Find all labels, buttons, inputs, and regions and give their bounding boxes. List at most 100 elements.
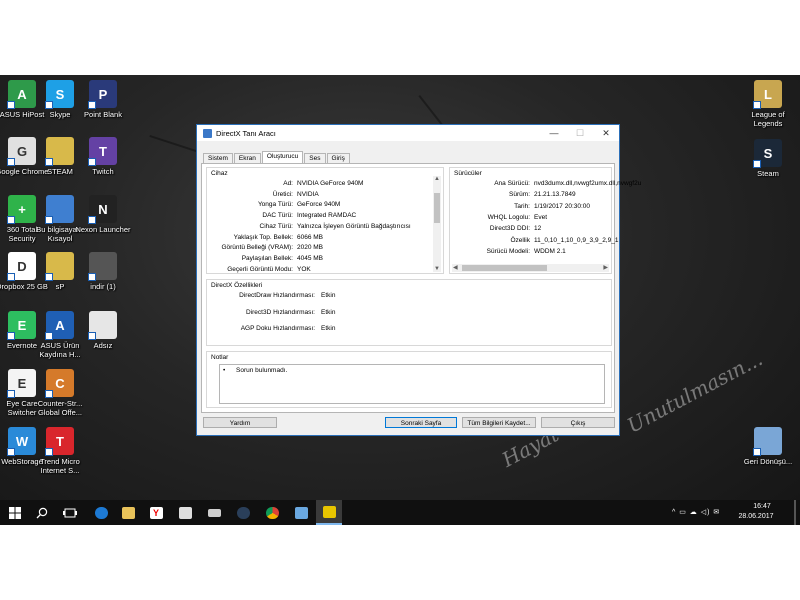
hscroll-thumb[interactable] [462, 265, 547, 271]
app-window-icon [294, 506, 308, 519]
clock-time[interactable]: 16:47 [742, 503, 782, 510]
clock-date[interactable]: 28.06.2017 [730, 513, 782, 520]
app-icon: S [45, 80, 74, 109]
scroll-right-arrow-icon[interactable]: ▶ [603, 264, 608, 271]
next-page-button[interactable]: Sonraki Sayfa [385, 417, 457, 428]
info-label: Geçerli Görüntü Modu: [227, 265, 293, 273]
maximize-button[interactable]: ☐ [567, 125, 593, 141]
desktop-icon[interactable]: L League of Legends [740, 80, 796, 128]
app-icon [45, 137, 74, 166]
app-icon: S [753, 139, 782, 168]
desktop-icon-label: Geri Dönüşü... [743, 457, 793, 466]
scroll-up-arrow-icon[interactable]: ▲ [434, 176, 440, 182]
desktop-icon[interactable]: P Point Blank [75, 80, 131, 119]
desktop-icon[interactable]: N Nexon Launcher [75, 195, 131, 234]
taskbar-mail[interactable] [201, 500, 227, 525]
app-icon [88, 252, 117, 281]
taskbar-chrome[interactable] [259, 500, 285, 525]
app-icon [753, 427, 782, 456]
drivers-hscrollbar[interactable]: ◀ ▶ [452, 264, 609, 272]
taskbar-directx[interactable] [316, 500, 342, 525]
app-icon [88, 311, 117, 340]
exit-button[interactable]: Çıkış [541, 417, 615, 428]
notes-bullet: • [223, 367, 226, 374]
taskbar-store[interactable] [172, 500, 198, 525]
mail-icon [207, 508, 221, 517]
notes-group: Notlar • Sorun bulunmadı. [206, 351, 612, 408]
info-label: Direct3D Hızlandırması: [246, 308, 315, 316]
desktop-icon[interactable]: S Steam [740, 139, 796, 178]
taskbar-edge[interactable] [88, 500, 114, 525]
desktop-icon[interactable]: indir (1) [75, 252, 131, 291]
app-icon: T [88, 137, 117, 166]
edge-icon [94, 506, 108, 519]
info-value: YOK [297, 265, 311, 273]
close-button[interactable]: ✕ [593, 125, 619, 141]
search-icon [36, 507, 48, 518]
desktop-icon[interactable]: Adsız [75, 311, 131, 350]
save-all-button[interactable]: Tüm Bilgileri Kaydet... [462, 417, 536, 428]
notes-box[interactable]: • Sorun bulunmadı. [219, 364, 605, 404]
start-button[interactable] [2, 500, 28, 525]
help-button[interactable]: Yardım [203, 417, 277, 428]
store-icon [178, 506, 192, 519]
task-view-icon [63, 508, 77, 517]
desktop-icon-label: Nexon Launcher [75, 225, 131, 234]
drivers-group: Sürücüler Ana Sürücü: nvd3dumx.dll,nvwgf2… [449, 167, 641, 274]
desktop-icon-label: League of Legends [751, 110, 785, 128]
info-value: Evet [534, 213, 548, 221]
system-tray-icons[interactable]: ^ ▭ ☁ ◁) ✉ [672, 508, 720, 516]
show-desktop-button[interactable] [794, 500, 796, 525]
taskbar-yandex[interactable]: Y [143, 500, 169, 525]
directx-features-group: DirectX Özellikleri DirectDraw Hızlandır… [206, 279, 612, 346]
drivers-group-title: Sürücüler [454, 170, 482, 177]
info-label: Sürücü Modeli: [486, 247, 530, 255]
app-icon [45, 252, 74, 281]
info-value: Etkin [321, 325, 336, 333]
chrome-icon [265, 506, 279, 519]
info-value: 11_0,10_1,10_0,9_3,9_2,9_1 [534, 236, 619, 244]
desktop-icon[interactable]: T Twitch [75, 137, 131, 176]
desktop-icon[interactable]: Geri Dönüşü... [740, 427, 796, 466]
app-icon: A [45, 311, 74, 340]
info-label: Yaklaşık Top. Bellek: [233, 233, 293, 241]
app-icon: N [88, 195, 117, 224]
minimize-button[interactable]: — [541, 125, 567, 141]
info-value: 1/19/2017 20:30:00 [534, 202, 591, 210]
info-label: Sürüm: [509, 191, 530, 199]
info-label: Ana Sürücü: [494, 180, 530, 187]
info-value: 12 [534, 225, 542, 233]
task-view-button[interactable] [57, 500, 83, 525]
title-bar[interactable]: DirectX Tanı Aracı — ☐ ✕ [197, 125, 619, 141]
taskbar-app[interactable] [288, 500, 314, 525]
app-icon: P [88, 80, 117, 109]
device-scrollbar[interactable]: ▲ ▼ [433, 176, 441, 272]
steam-icon [236, 506, 250, 519]
renderer-panel: Cihaz Ad: NVIDIA GeForce 940M Üretici: NVID… [201, 163, 641, 413]
yandex-icon: Y [149, 506, 163, 519]
taskbar-steam[interactable] [230, 500, 256, 525]
desktop-icon[interactable]: C Counter-Str... Global Offe... [32, 369, 88, 417]
taskbar-explorer[interactable] [115, 500, 141, 525]
desktop-icon-label: Adsız [93, 341, 113, 350]
directx-app-icon [203, 128, 212, 138]
desktop-icon[interactable]: T Trend Micro Internet S... [32, 427, 88, 475]
scroll-thumb[interactable] [434, 193, 440, 223]
window-title: DirectX Tanı Aracı [216, 128, 276, 138]
info-label: Üretici: [272, 190, 293, 198]
folder-icon [121, 506, 135, 519]
info-label: Görüntü Belleği (VRAM): [221, 244, 293, 252]
directx-dialog: DirectX Tanı Aracı — ☐ ✕ Sistem Ekran Ol… [196, 124, 641, 436]
windows-logo-icon [9, 506, 21, 519]
desktop-icon-label: Trend Micro Internet S... [40, 457, 80, 475]
app-icon: L [753, 80, 782, 109]
scroll-down-arrow-icon[interactable]: ▼ [434, 266, 440, 272]
scroll-left-arrow-icon[interactable]: ◀ [453, 264, 458, 271]
wallpaper-text: Unutulmasın... [623, 346, 767, 438]
desktop-icon-label: indir (1) [90, 282, 116, 291]
features-group-title: DirectX Özellikleri [211, 282, 263, 289]
search-button[interactable] [29, 500, 55, 525]
notes-group-title: Notlar [211, 354, 229, 361]
app-icon: T [45, 427, 74, 456]
desktop-icon-label: Counter-Str... Global Offe... [37, 399, 83, 417]
